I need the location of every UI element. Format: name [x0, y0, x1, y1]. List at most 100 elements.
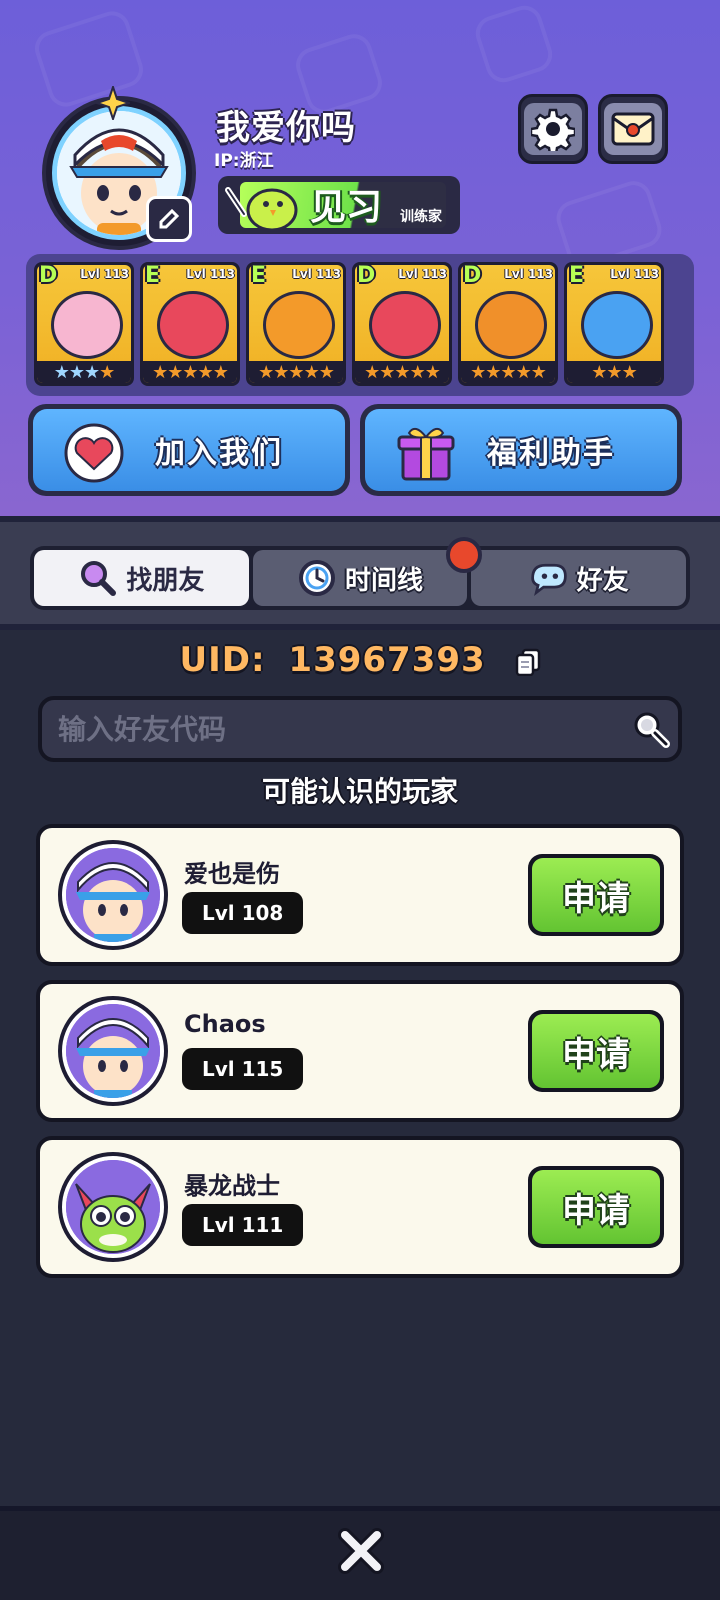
apply-label: 申请: [532, 858, 660, 932]
apply-label: 申请: [532, 1170, 660, 1244]
player-name: 暴龙战士: [184, 1172, 280, 1200]
star-icon: [96, 86, 130, 120]
tab-label: 找朋友: [126, 565, 205, 596]
monster-grade: E: [569, 265, 585, 288]
uid-label: UID:: [179, 640, 266, 680]
star-icon: ★: [591, 361, 607, 383]
star-icon: ★: [84, 361, 100, 383]
magnifier-icon: [81, 561, 117, 596]
badge-subtitle: 训练家: [400, 209, 442, 225]
star-icon: ★: [485, 361, 501, 383]
player-name: Chaos: [184, 1010, 266, 1038]
star-icon: ★: [167, 361, 183, 383]
apply-button[interactable]: 申请: [528, 854, 664, 936]
tab-find-friends[interactable]: 找朋友: [34, 550, 249, 606]
monster-stars: ★ ★ ★ ★ ★: [355, 361, 449, 383]
edit-avatar-button[interactable]: [146, 196, 192, 242]
profile-header: 我爱你吗 IP:浙江 见习 训练家 D Lvl 113 ★ ★ ★ ★ E Lv…: [0, 0, 720, 522]
star-icon: ★: [379, 361, 395, 383]
star-icon: ★: [470, 361, 486, 383]
monster-icon: [581, 291, 653, 359]
clock-icon: [299, 560, 335, 596]
notification-dot: [446, 537, 482, 573]
monster-level: Lvl 113: [398, 267, 447, 281]
uid-display: UID: 13967393: [0, 640, 720, 680]
star-icon: ★: [152, 361, 168, 383]
trainer-title-badge: 见习 训练家: [218, 176, 460, 234]
star-icon: ★: [318, 361, 335, 383]
star-icon: ★: [409, 361, 426, 383]
monster-card[interactable]: D Lvl 113 ★ ★ ★ ★: [34, 262, 134, 386]
star-icon: ★: [621, 361, 638, 383]
ip-location: IP:浙江: [214, 151, 274, 171]
monster-icon: [369, 291, 441, 359]
trainer-avatar-icon: [66, 848, 160, 942]
monster-stars: ★ ★ ★ ★ ★: [461, 361, 555, 383]
monster-team: D Lvl 113 ★ ★ ★ ★ E Lvl 113 ★ ★ ★ ★ ★ E Lvl 113 ★ ★ ★ ★ ★ D L…: [26, 254, 694, 396]
username: 我爱你吗: [216, 108, 356, 148]
monster-level: Lvl 113: [186, 267, 235, 281]
star-icon: ★: [212, 361, 229, 383]
close-button[interactable]: [336, 1526, 386, 1576]
apply-label: 申请: [532, 1014, 660, 1088]
join-us-button[interactable]: 加入我们: [28, 404, 350, 496]
tabs: 找朋友 时间线 好友: [30, 546, 690, 610]
tab-label: 好友: [576, 565, 629, 596]
monster-art: D Lvl 113 ★ ★ ★ ★: [37, 265, 131, 383]
frog-monster-avatar-icon: [66, 1160, 160, 1254]
player-level: Lvl 115: [182, 1048, 304, 1090]
player-card: 暴龙战士 Lvl 111 申请: [36, 1136, 684, 1278]
star-icon: ★: [364, 361, 380, 383]
player-level: Lvl 111: [182, 1204, 304, 1246]
star-icon: ★: [182, 361, 198, 383]
player-avatar[interactable]: [58, 996, 168, 1106]
monster-card[interactable]: E Lvl 113 ★ ★ ★ ★ ★: [246, 262, 346, 386]
tab-friends[interactable]: 好友: [471, 550, 687, 606]
monster-art: E Lvl 113 ★ ★ ★ ★ ★: [249, 265, 343, 383]
monster-grade: D: [39, 265, 58, 288]
player-avatar[interactable]: [58, 840, 168, 950]
star-icon: ★: [530, 361, 547, 383]
join-us-label: 加入我们: [155, 436, 283, 471]
star-icon: ★: [99, 361, 115, 383]
suggested-players-title: 可能认识的玩家: [261, 775, 458, 808]
apply-button[interactable]: 申请: [528, 1010, 664, 1092]
star-icon: ★: [606, 361, 622, 383]
copy-icon[interactable]: [515, 648, 541, 676]
star-icon: ★: [303, 361, 320, 383]
monster-card[interactable]: E Lvl 113 ★ ★ ★: [564, 262, 664, 386]
trainer-avatar-icon: [66, 1004, 160, 1098]
star-icon: ★: [424, 361, 441, 383]
monster-level: Lvl 113: [292, 267, 341, 281]
player-card: 爱也是伤 Lvl 108 申请: [36, 824, 684, 966]
welfare-helper-button[interactable]: 福利助手: [360, 404, 682, 496]
settings-button[interactable]: [518, 94, 588, 164]
tab-bar: 找朋友 时间线 好友: [0, 522, 720, 630]
monster-card[interactable]: D Lvl 113 ★ ★ ★ ★ ★: [352, 262, 452, 386]
monster-card[interactable]: D Lvl 113 ★ ★ ★ ★ ★: [458, 262, 558, 386]
player-level: Lvl 108: [182, 892, 304, 934]
player-card: Chaos Lvl 115 申请: [36, 980, 684, 1122]
player-avatar[interactable]: [58, 1152, 168, 1262]
friend-code-search: [38, 696, 682, 762]
star-icon: ★: [500, 361, 516, 383]
monster-card[interactable]: E Lvl 113 ★ ★ ★ ★ ★: [140, 262, 240, 386]
bird-mascot-icon: [225, 187, 298, 232]
tab-timeline[interactable]: 时间线: [252, 550, 468, 606]
gear-icon: [531, 108, 575, 151]
monster-art: E Lvl 113 ★ ★ ★: [567, 265, 661, 383]
monster-icon: [51, 291, 123, 359]
star-icon: ★: [68, 361, 85, 383]
apply-button[interactable]: 申请: [528, 1166, 664, 1248]
edit-icon: [159, 208, 180, 229]
mail-icon: [611, 112, 655, 146]
search-button[interactable]: [624, 702, 678, 756]
chat-bubble-icon: [530, 563, 567, 596]
monster-stars: ★ ★ ★ ★ ★: [143, 361, 237, 383]
friend-code-input[interactable]: [42, 699, 624, 759]
monster-icon: [263, 291, 335, 359]
monster-stars: ★ ★ ★ ★ ★: [249, 361, 343, 383]
mail-button[interactable]: [598, 94, 668, 164]
close-icon: [338, 1528, 384, 1574]
monster-level: Lvl 113: [504, 267, 553, 281]
